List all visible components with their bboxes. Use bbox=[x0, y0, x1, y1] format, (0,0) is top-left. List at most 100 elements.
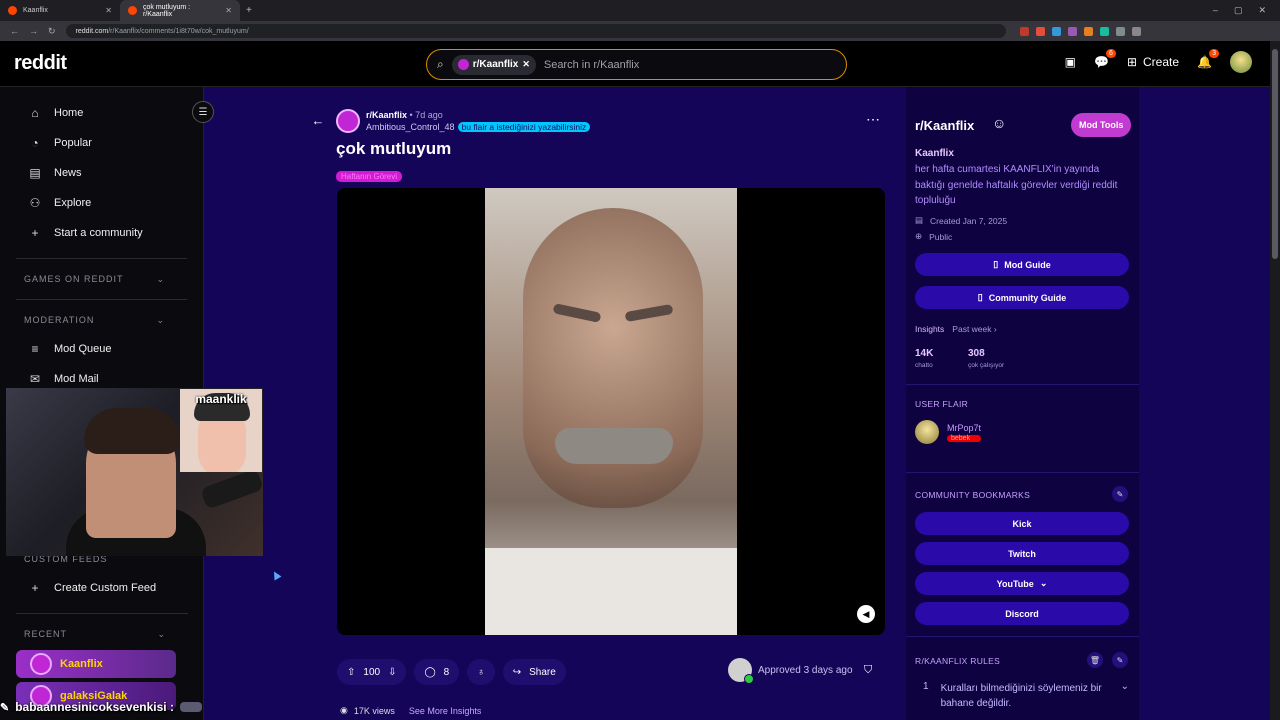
stat-label: chatto bbox=[915, 362, 933, 369]
join-community-icon[interactable]: ☺ bbox=[992, 115, 1006, 131]
share-label: Share bbox=[529, 666, 556, 678]
plus-icon: + bbox=[31, 226, 39, 240]
extension-icon[interactable] bbox=[1067, 26, 1077, 36]
trash-icon[interactable]: 🗑 bbox=[1087, 652, 1103, 668]
notification-badge: 3 bbox=[1209, 49, 1219, 58]
award-button[interactable]: ♁ bbox=[467, 659, 495, 685]
book-icon: ▯ bbox=[977, 292, 983, 302]
user-avatar[interactable] bbox=[1230, 51, 1252, 73]
search-bar[interactable]: ⌕ r/Kaanflix ✕ Search in r/Kaanflix bbox=[426, 49, 847, 80]
more-options-icon[interactable]: ⋯ bbox=[866, 111, 880, 128]
community-title[interactable]: r/Kaanflix bbox=[915, 118, 974, 133]
menu-icon: ☰ bbox=[198, 106, 208, 118]
mute-button[interactable]: ◀ bbox=[857, 605, 875, 623]
news-icon: ▤ bbox=[29, 166, 41, 180]
rules-heading: R/KAANFLIX RULES bbox=[915, 656, 1001, 666]
comments-button[interactable]: ◯ 8 bbox=[414, 659, 460, 685]
extension-icon[interactable] bbox=[1115, 26, 1125, 36]
bookmark-youtube[interactable]: YouTube ⌄ bbox=[915, 572, 1129, 595]
subreddit-link[interactable]: r/Kaanflix bbox=[366, 110, 407, 120]
chat-message: babaannesinicoksevenkisi : bbox=[15, 700, 174, 714]
url-field[interactable]: reddit.com/r/Kaanflix/comments/1i8t70w/c… bbox=[65, 24, 1006, 38]
browser-tab[interactable]: Kaanflix ✕ bbox=[0, 0, 120, 21]
community-guide-button[interactable]: ▯ Community Guide bbox=[915, 286, 1129, 309]
rule-text: Kuralları bilmediğinizi söylemeniz bir b… bbox=[940, 683, 1102, 709]
nav-label: News bbox=[54, 167, 82, 179]
remove-scope-icon[interactable]: ✕ bbox=[522, 59, 530, 70]
user-flair-preview[interactable]: MrPop7t bebek bbox=[915, 420, 982, 444]
stat-online: 308 çok çalışıyor bbox=[968, 348, 1004, 369]
chat-button[interactable]: 💬 6 bbox=[1094, 49, 1116, 69]
chevron-down-icon: ⌄ bbox=[1120, 681, 1129, 692]
bookmark-kick[interactable]: Kick bbox=[915, 512, 1129, 535]
back-button[interactable]: ← bbox=[308, 110, 328, 130]
mod-shield-icon[interactable]: ⛉ bbox=[864, 664, 872, 677]
nav-news[interactable]: ▤ News bbox=[0, 158, 203, 188]
extension-icon[interactable] bbox=[1051, 26, 1061, 36]
post-age: • 7d ago bbox=[409, 110, 443, 120]
close-window-icon[interactable]: ✕ bbox=[1258, 5, 1266, 16]
upvote-icon[interactable]: ⇧ bbox=[347, 667, 355, 678]
nav-popular[interactable]: ◔ Popular bbox=[0, 128, 203, 158]
scrollbar-thumb[interactable] bbox=[1272, 49, 1278, 259]
notifications-button[interactable]: 🔔 3 bbox=[1197, 49, 1219, 69]
extension-icon[interactable] bbox=[1099, 26, 1109, 36]
edit-rules-icon[interactable]: ✎ bbox=[1112, 652, 1128, 668]
button-label: Discord bbox=[1005, 608, 1039, 619]
button-label: Twitch bbox=[1008, 548, 1036, 559]
insights-period[interactable]: Past week › bbox=[952, 324, 996, 334]
search-scope-chip[interactable]: r/Kaanflix ✕ bbox=[451, 54, 536, 75]
rule-item[interactable]: 1 Kuralları bilmediğinizi söylemeniz bir… bbox=[915, 681, 1129, 711]
new-tab-icon[interactable]: + bbox=[240, 5, 258, 16]
divider bbox=[906, 384, 1139, 385]
nav-home[interactable]: ⌂ Home bbox=[0, 98, 203, 128]
search-input[interactable]: Search in r/Kaanflix bbox=[544, 59, 639, 71]
community-sidebar: r/Kaanflix ☺ Mod Tools Kaanflix her haft… bbox=[906, 87, 1139, 720]
close-tab-icon[interactable]: ✕ bbox=[105, 6, 112, 15]
moderation-section-header[interactable]: MODERATION ⌄ bbox=[0, 310, 203, 330]
extension-icon[interactable] bbox=[1019, 26, 1029, 36]
maximize-icon[interactable]: ▢ bbox=[1234, 5, 1243, 16]
games-section-header[interactable]: GAMES ON REDDIT ⌄ bbox=[0, 269, 203, 289]
profile-icon[interactable] bbox=[1131, 26, 1141, 36]
browser-tab-active[interactable]: çok mutluyum : r/Kaanflix ✕ bbox=[120, 0, 240, 21]
divider bbox=[16, 258, 187, 259]
page-scrollbar[interactable] bbox=[1270, 41, 1280, 720]
nav-label: Start a community bbox=[54, 227, 143, 239]
reload-icon[interactable]: ↻ bbox=[48, 26, 56, 37]
video-player[interactable]: ◀ bbox=[337, 188, 885, 635]
subreddit-avatar[interactable] bbox=[336, 109, 360, 133]
create-button[interactable]: ⊞ Create bbox=[1127, 55, 1179, 69]
edit-bookmarks-icon[interactable]: ✎ bbox=[1112, 486, 1128, 502]
eye-icon: ◉ bbox=[340, 705, 348, 715]
mod-guide-button[interactable]: ▯ Mod Guide bbox=[915, 253, 1129, 276]
collapse-sidebar-button[interactable]: ☰ bbox=[192, 101, 214, 123]
share-icon: ↪ bbox=[512, 666, 522, 678]
downvote-icon[interactable]: ⇩ bbox=[388, 667, 396, 678]
see-more-insights-link[interactable]: See More Insights bbox=[409, 706, 482, 716]
nav-start-community[interactable]: + Start a community bbox=[0, 218, 203, 248]
bookmark-discord[interactable]: Discord bbox=[915, 602, 1129, 625]
header-actions: ▣ 💬 6 ⊞ Create 🔔 3 bbox=[1065, 49, 1252, 73]
extension-icon[interactable] bbox=[1035, 26, 1045, 36]
tab-title: Kaanflix bbox=[23, 7, 48, 14]
nav-create-custom-feed[interactable]: + Create Custom Feed bbox=[0, 573, 204, 603]
reddit-logo[interactable]: reddit bbox=[14, 52, 67, 75]
author-link[interactable]: Ambitious_Control_48 bbox=[366, 122, 455, 132]
back-icon[interactable]: ← bbox=[10, 26, 19, 37]
recent-section-header[interactable]: RECENT ⌄ bbox=[0, 624, 204, 644]
mod-tools-button[interactable]: Mod Tools bbox=[1071, 113, 1132, 137]
recent-item-kaanflix[interactable]: Kaanflix bbox=[16, 650, 176, 678]
minimize-icon[interactable]: – bbox=[1213, 5, 1218, 16]
nav-mod-queue[interactable]: ≡ Mod Queue bbox=[0, 334, 203, 364]
nav-explore[interactable]: ⚇ Explore bbox=[0, 188, 203, 218]
advertise-icon[interactable]: ▣ bbox=[1065, 55, 1076, 69]
close-tab-icon[interactable]: ✕ bbox=[225, 6, 232, 15]
share-button[interactable]: ↪ Share bbox=[502, 659, 566, 685]
post-flair[interactable]: Haftanın Görevi bbox=[336, 171, 403, 182]
post-area: ← r/Kaanflix • 7d ago Ambitious_Control_… bbox=[204, 87, 906, 720]
extension-icon[interactable] bbox=[1083, 26, 1093, 36]
bookmark-twitch[interactable]: Twitch bbox=[915, 542, 1129, 565]
forward-icon[interactable]: → bbox=[29, 26, 38, 37]
vote-count: 100 bbox=[363, 666, 381, 678]
